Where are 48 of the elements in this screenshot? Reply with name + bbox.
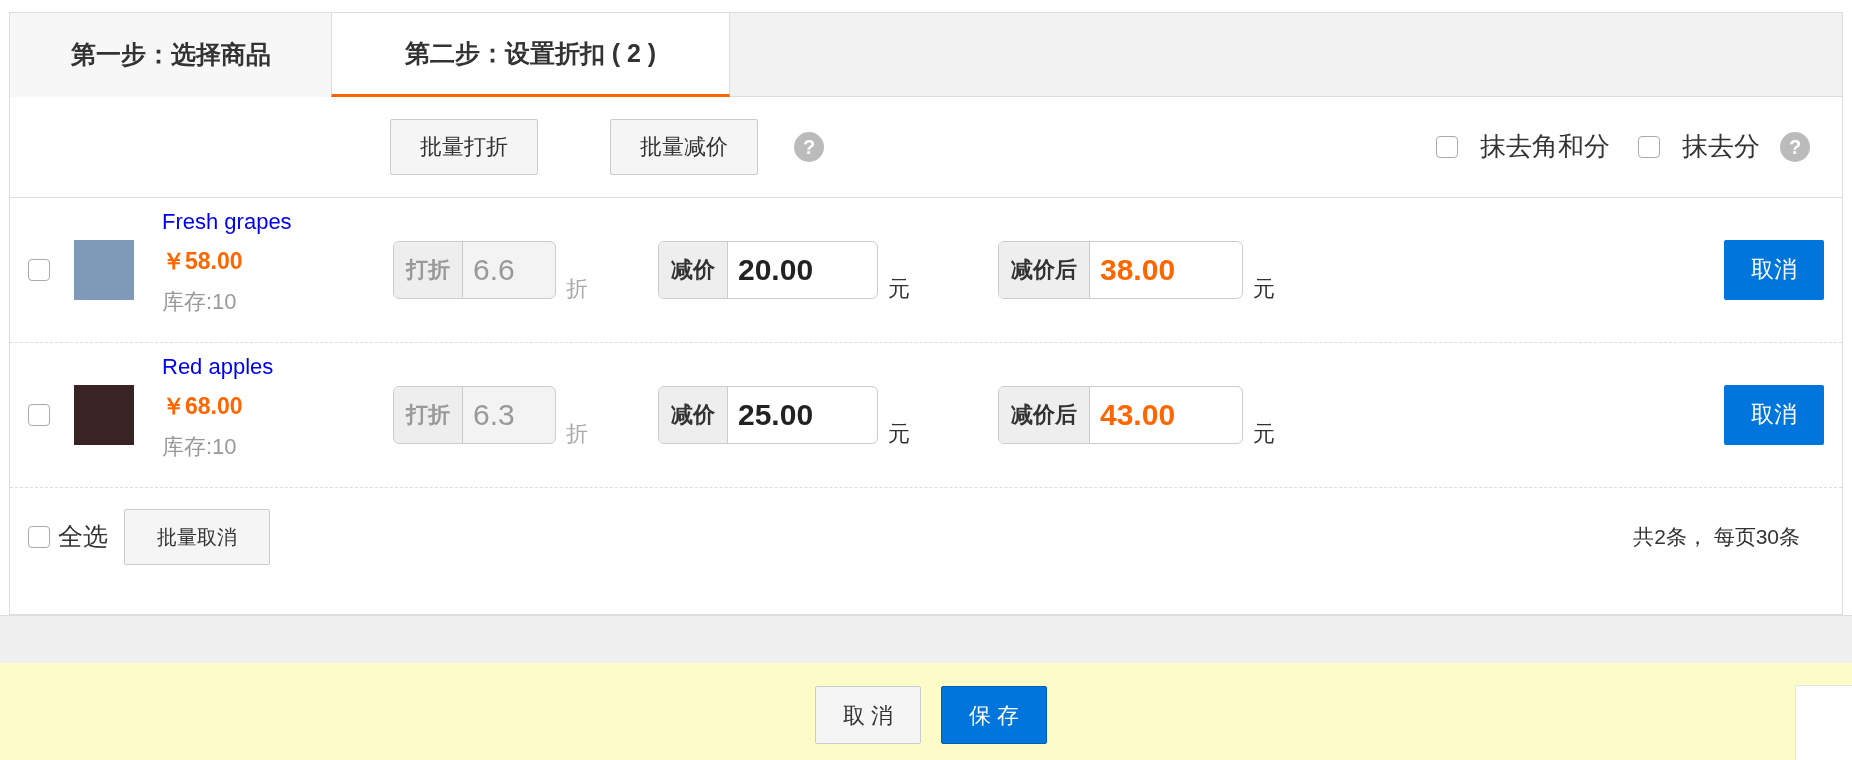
unit-label: 元 bbox=[888, 419, 910, 448]
cancel-button[interactable]: 取 消 bbox=[815, 686, 921, 744]
input-value: 6.3 bbox=[472, 397, 516, 433]
save-button[interactable]: 保 存 bbox=[941, 686, 1047, 744]
option-label: 抹去角和分 bbox=[1480, 130, 1610, 164]
input-addon: 减价后 bbox=[999, 386, 1090, 443]
input-field[interactable]: 减价后 43.00 bbox=[998, 385, 1243, 444]
input-value: 20.00 bbox=[737, 252, 815, 288]
unit-label: 元 bbox=[1253, 274, 1275, 303]
unit-label: 元 bbox=[888, 274, 910, 303]
input-value: 6.6 bbox=[472, 252, 516, 288]
tab[interactable]: 第一步：选择商品 bbox=[10, 13, 331, 97]
input-field[interactable]: 减价后 38.00 bbox=[998, 240, 1243, 299]
product-link[interactable]: Red apples bbox=[162, 350, 274, 384]
photo-placeholder bbox=[74, 239, 134, 300]
unit-label: 折 bbox=[566, 274, 588, 303]
input-value: 25.00 bbox=[737, 397, 815, 433]
input-field[interactable]: 减价 20.00 bbox=[658, 240, 878, 299]
batch-button[interactable]: 批量打折 bbox=[390, 118, 538, 175]
price: ￥58.00 bbox=[162, 247, 243, 277]
checkbox[interactable] bbox=[1638, 135, 1660, 158]
input-addon: 打折 bbox=[394, 386, 463, 443]
batch-button[interactable]: 批量减价 bbox=[610, 118, 758, 175]
input-addon: 减价 bbox=[659, 386, 728, 443]
checkbox[interactable] bbox=[28, 403, 50, 426]
unit-label: 元 bbox=[1253, 419, 1275, 448]
input-addon: 减价后 bbox=[999, 241, 1090, 298]
price: ￥68.00 bbox=[162, 392, 243, 422]
input-addon: 打折 bbox=[394, 241, 463, 298]
stock-count: 库存:10 bbox=[162, 287, 237, 316]
tab[interactable]: 第二步：设置折扣 ( 2 ) bbox=[331, 13, 730, 97]
batch-cancel-button[interactable]: 批量取消 bbox=[124, 508, 270, 565]
option-label: 抹去分 bbox=[1682, 130, 1760, 164]
unit-label: 折 bbox=[566, 419, 588, 448]
stock-count: 库存:10 bbox=[162, 432, 237, 461]
input-addon: 减价 bbox=[659, 241, 728, 298]
photo-placeholder bbox=[74, 384, 134, 445]
cancel-button[interactable]: 取消 bbox=[1724, 384, 1824, 445]
input-field[interactable]: 减价 25.00 bbox=[658, 385, 878, 444]
input-value: 43.00 bbox=[1099, 397, 1177, 433]
checkbox[interactable] bbox=[28, 525, 50, 548]
product-link[interactable]: Fresh grapes bbox=[162, 205, 292, 239]
checkbox[interactable] bbox=[1436, 135, 1458, 158]
cancel-button[interactable]: 取消 bbox=[1724, 239, 1824, 300]
select-all-label: 全选 bbox=[58, 521, 108, 552]
pagination-summary: 共2条， 每页30条 bbox=[1633, 524, 1800, 550]
input-value: 38.00 bbox=[1099, 252, 1177, 288]
checkbox[interactable] bbox=[28, 258, 50, 281]
